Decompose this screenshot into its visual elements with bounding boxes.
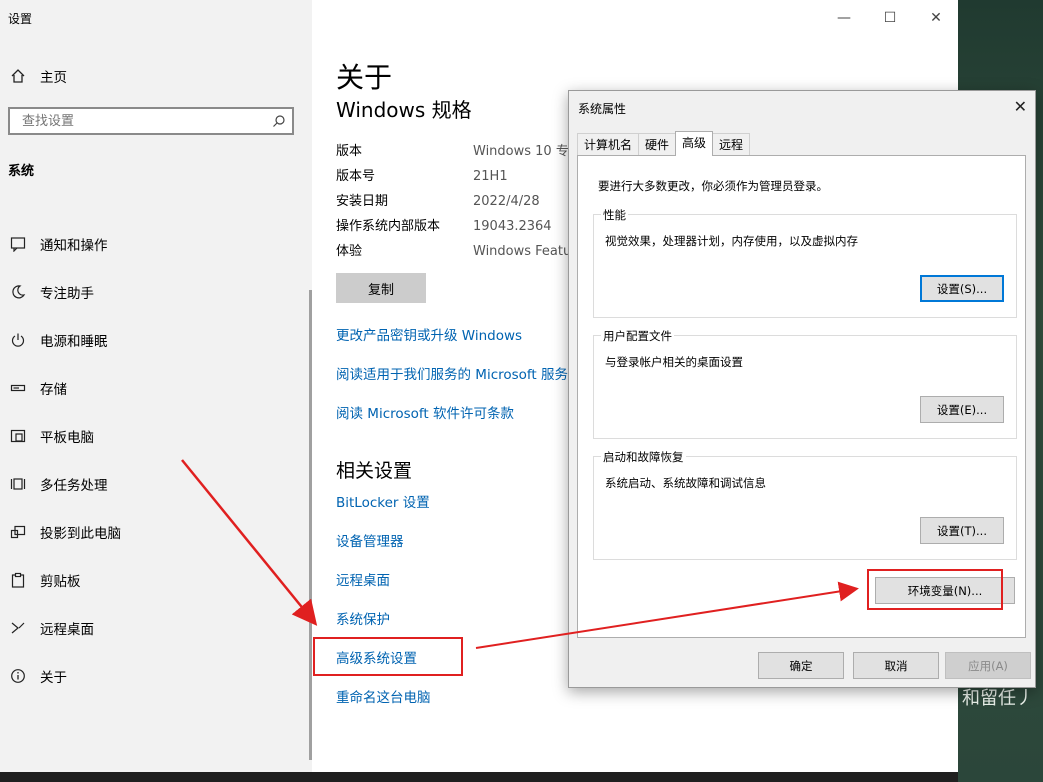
link-remote-desktop[interactable]: 远程桌面 [336, 569, 390, 589]
link-bitlocker[interactable]: BitLocker 设置 [336, 491, 430, 511]
info-icon [8, 666, 28, 686]
spec-row-os-build: 操作系统内部版本 19043.2364 [336, 215, 552, 234]
sidebar-scrollbar[interactable] [309, 290, 312, 760]
search-input[interactable] [20, 113, 264, 130]
maximize-button[interactable]: ☐ [875, 8, 905, 28]
sidebar-item-label: 剪贴板 [40, 574, 81, 590]
group-description: 视觉效果，处理器计划，内存使用，以及虚拟内存 [605, 234, 858, 248]
spec-label: 体验 [336, 244, 363, 259]
project-icon [8, 522, 28, 542]
group-title: 性能 [601, 207, 628, 223]
home-icon [8, 66, 28, 86]
user-profiles-settings-button[interactable]: 设置(E)... [920, 396, 1004, 423]
page-title: 关于 [336, 61, 393, 94]
sidebar-item-clipboard[interactable]: 剪贴板 [8, 556, 303, 604]
group-performance: 性能 视觉效果，处理器计划，内存使用，以及虚拟内存 设置(S)... [593, 207, 1017, 318]
spec-title: Windows 规格 [336, 98, 472, 122]
tab-advanced[interactable]: 高级 [675, 131, 714, 156]
tab-remote[interactable]: 远程 [712, 133, 751, 156]
dialog-tabs: 计算机名 硬件 高级 远程 [577, 131, 751, 156]
copy-button[interactable]: 复制 [336, 273, 426, 303]
moon-icon [8, 282, 28, 302]
clipboard-icon [8, 570, 28, 590]
performance-settings-button[interactable]: 设置(S)... [920, 275, 1004, 302]
apply-button: 应用(A) [945, 652, 1031, 679]
group-startup-recovery: 启动和故障恢复 系统启动、系统故障和调试信息 设置(T)... [593, 449, 1017, 560]
highlight-box-advanced-settings [313, 637, 463, 676]
startup-recovery-settings-button[interactable]: 设置(T)... [920, 517, 1004, 544]
sidebar-item-remote-desktop[interactable]: 远程桌面 [8, 604, 303, 652]
taskbar-strip [0, 772, 958, 782]
tab-hardware[interactable]: 硬件 [638, 133, 677, 156]
highlight-box-env-variables [867, 569, 1003, 610]
spec-label: 操作系统内部版本 [336, 219, 441, 234]
sidebar-item-label: 通知和操作 [40, 238, 108, 254]
sidebar-item-focus-assist[interactable]: 专注助手 [8, 268, 303, 316]
sidebar-item-multitasking[interactable]: 多任务处理 [8, 460, 303, 508]
sidebar-item-label: 电源和睡眠 [40, 334, 108, 350]
sidebar-item-notifications[interactable]: 通知和操作 [8, 220, 303, 268]
spec-value: Windows 10 专业 [473, 144, 582, 159]
spec-row-experience: 体验 Windows Feature [336, 240, 584, 259]
sidebar-item-label: 主页 [40, 70, 67, 86]
power-icon [8, 330, 28, 350]
group-description: 系统启动、系统故障和调试信息 [605, 476, 766, 490]
link-license-terms[interactable]: 阅读 Microsoft 软件许可条款 [336, 402, 514, 422]
spec-row-version: 版本号 21H1 [336, 165, 508, 184]
sidebar-item-project[interactable]: 投影到此电脑 [8, 508, 303, 556]
sidebar-item-home[interactable]: 主页 [8, 64, 298, 88]
close-button[interactable]: ✕ [921, 8, 951, 28]
cancel-button[interactable]: 取消 [853, 652, 939, 679]
sidebar-item-label: 平板电脑 [40, 430, 94, 446]
spec-row-install-date: 安装日期 2022/4/28 [336, 190, 540, 209]
tab-computer-name[interactable]: 计算机名 [577, 133, 640, 156]
sidebar-item-label: 多任务处理 [40, 478, 108, 494]
spec-row-edition: 版本 Windows 10 专业 [336, 140, 582, 159]
spec-label: 安装日期 [336, 194, 389, 209]
spec-value: 2022/4/28 [473, 194, 540, 209]
advanced-tab-panel: 要进行大多数更改，你必须作为管理员登录。 性能 视觉效果，处理器计划，内存使用，… [577, 155, 1026, 638]
ok-button[interactable]: 确定 [758, 652, 844, 679]
dialog-close-button[interactable]: ✕ [1014, 97, 1027, 116]
sidebar-section-title: 系统 [8, 164, 35, 179]
sidebar-item-label: 存储 [40, 382, 67, 398]
sidebar-item-storage[interactable]: 存储 [8, 364, 303, 412]
spec-label: 版本号 [336, 169, 376, 184]
link-change-product-key[interactable]: 更改产品密钥或升级 Windows [336, 324, 522, 344]
notification-icon [8, 234, 28, 254]
spec-value: 19043.2364 [473, 219, 552, 234]
sidebar-item-label: 远程桌面 [40, 622, 94, 638]
link-device-manager[interactable]: 设备管理器 [336, 530, 404, 550]
dialog-title: 系统属性 [578, 102, 627, 116]
window-title: 设置 [8, 12, 33, 26]
minimize-button[interactable]: — [829, 8, 859, 28]
sidebar-item-power[interactable]: 电源和睡眠 [8, 316, 303, 364]
tablet-icon [8, 426, 28, 446]
spec-value: 21H1 [473, 169, 508, 184]
search-icon [272, 113, 286, 132]
remote-icon [8, 618, 28, 638]
sidebar-item-label: 关于 [40, 670, 67, 686]
multitask-icon [8, 474, 28, 494]
group-title: 启动和故障恢复 [601, 449, 686, 465]
group-title: 用户配置文件 [601, 328, 674, 344]
settings-sidebar: 设置 主页 系统 通知和操作 专注助手 电源 [0, 0, 312, 772]
sidebar-item-label: 投影到此电脑 [40, 526, 121, 542]
link-rename-pc[interactable]: 重命名这台电脑 [336, 686, 431, 706]
link-services-agreement[interactable]: 阅读适用于我们服务的 Microsoft 服务 [336, 363, 568, 383]
group-user-profiles: 用户配置文件 与登录帐户相关的桌面设置 设置(E)... [593, 328, 1017, 439]
sidebar-nav: 通知和操作 专注助手 电源和睡眠 存储 平板电脑 多任务处理 投影到此电脑 剪贴… [8, 220, 303, 700]
sidebar-item-tablet[interactable]: 平板电脑 [8, 412, 303, 460]
storage-icon [8, 378, 28, 398]
sidebar-item-about[interactable]: 关于 [8, 652, 303, 700]
group-description: 与登录帐户相关的桌面设置 [605, 355, 743, 369]
related-settings-title: 相关设置 [336, 460, 413, 482]
search-box[interactable] [8, 107, 294, 135]
admin-note: 要进行大多数更改，你必须作为管理员登录。 [598, 179, 828, 193]
spec-label: 版本 [336, 144, 363, 159]
sidebar-item-label: 专注助手 [40, 286, 94, 302]
link-system-protection[interactable]: 系统保护 [336, 608, 390, 628]
